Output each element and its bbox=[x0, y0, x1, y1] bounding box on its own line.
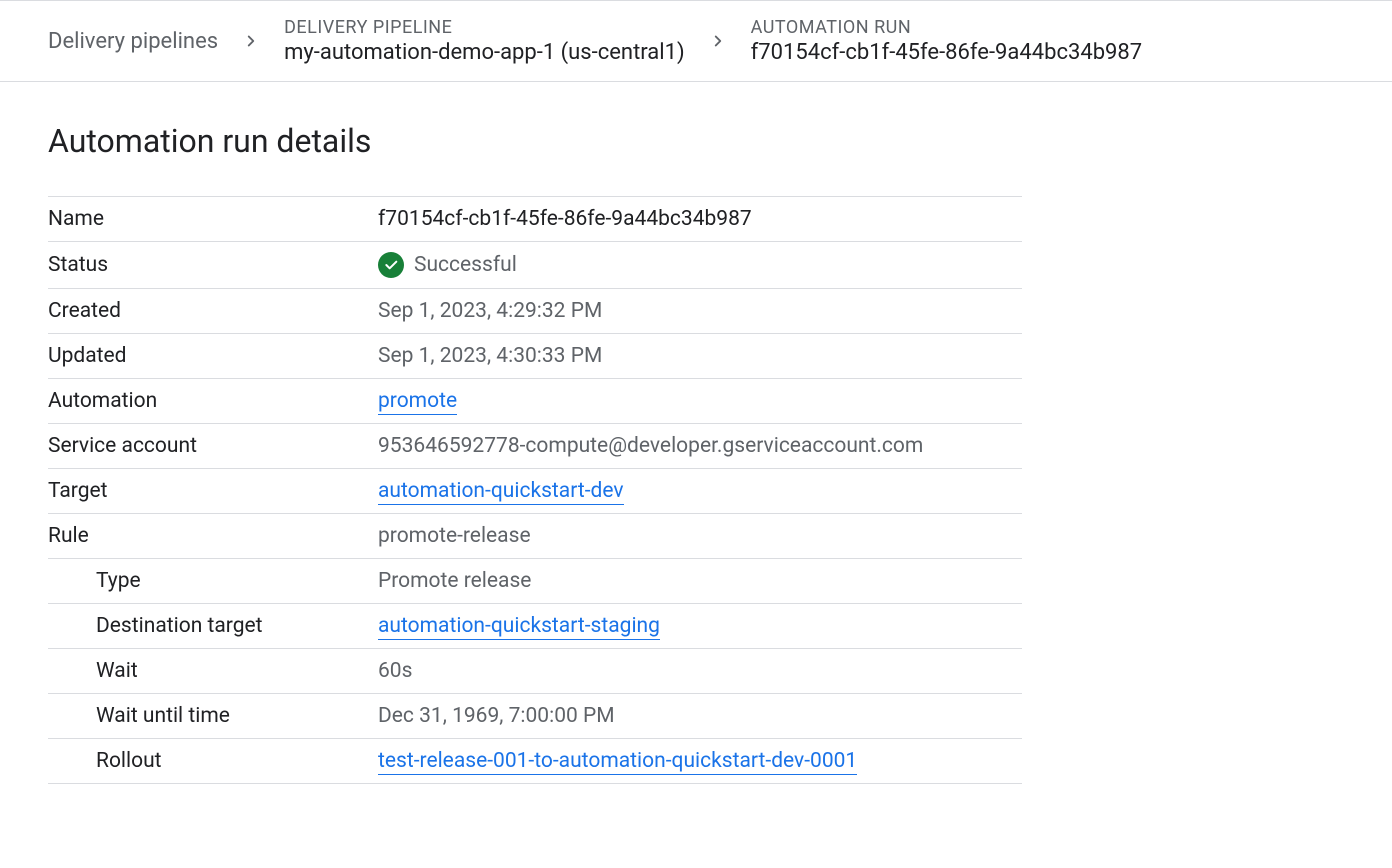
details-table: Name f70154cf-cb1f-45fe-86fe-9a44bc34b98… bbox=[48, 196, 1022, 784]
detail-row-service-account: Service account 953646592778-compute@dev… bbox=[48, 424, 1022, 469]
automation-link[interactable]: promote bbox=[378, 389, 457, 415]
breadcrumb-pipeline-value: my-automation-demo-app-1 (us-central1) bbox=[284, 40, 685, 65]
detail-label: Destination target bbox=[48, 604, 378, 649]
detail-value: automation-quickstart-staging bbox=[378, 604, 1022, 649]
breadcrumb-run: AUTOMATION RUN f70154cf-cb1f-45fe-86fe-9… bbox=[751, 17, 1143, 65]
detail-row-rollout: Rollout test-release-001-to-automation-q… bbox=[48, 739, 1022, 784]
detail-row-automation: Automation promote bbox=[48, 379, 1022, 424]
success-check-icon bbox=[378, 252, 404, 278]
detail-label: Rule bbox=[48, 514, 378, 559]
detail-label: Wait until time bbox=[48, 694, 378, 739]
destination-target-link[interactable]: automation-quickstart-staging bbox=[378, 614, 660, 640]
breadcrumb: Delivery pipelines DELIVERY PIPELINE my-… bbox=[0, 0, 1392, 82]
detail-row-wait: Wait 60s bbox=[48, 649, 1022, 694]
detail-row-status: Status Successful bbox=[48, 242, 1022, 289]
detail-value: 953646592778-compute@developer.gservicea… bbox=[378, 424, 1022, 469]
detail-value: Dec 31, 1969, 7:00:00 PM bbox=[378, 694, 1022, 739]
detail-row-wait-until: Wait until time Dec 31, 1969, 7:00:00 PM bbox=[48, 694, 1022, 739]
detail-row-created: Created Sep 1, 2023, 4:29:32 PM bbox=[48, 289, 1022, 334]
detail-label: Type bbox=[48, 559, 378, 604]
rollout-link[interactable]: test-release-001-to-automation-quickstar… bbox=[378, 749, 857, 775]
detail-value: promote bbox=[378, 379, 1022, 424]
detail-row-type: Type Promote release bbox=[48, 559, 1022, 604]
detail-label: Updated bbox=[48, 334, 378, 379]
status-text: Successful bbox=[414, 253, 517, 277]
detail-value: test-release-001-to-automation-quickstar… bbox=[378, 739, 1022, 784]
detail-label: Status bbox=[48, 242, 378, 289]
target-link[interactable]: automation-quickstart-dev bbox=[378, 479, 624, 505]
breadcrumb-run-label: AUTOMATION RUN bbox=[751, 17, 1143, 38]
page-title: Automation run details bbox=[48, 122, 1022, 172]
detail-value: Sep 1, 2023, 4:29:32 PM bbox=[378, 289, 1022, 334]
detail-value: 60s bbox=[378, 649, 1022, 694]
detail-value: Promote release bbox=[378, 559, 1022, 604]
detail-row-target: Target automation-quickstart-dev bbox=[48, 469, 1022, 514]
detail-label: Service account bbox=[48, 424, 378, 469]
detail-label: Target bbox=[48, 469, 378, 514]
chevron-right-icon bbox=[709, 32, 727, 50]
detail-label: Wait bbox=[48, 649, 378, 694]
detail-row-rule: Rule promote-release bbox=[48, 514, 1022, 559]
detail-row-destination-target: Destination target automation-quickstart… bbox=[48, 604, 1022, 649]
breadcrumb-run-value: f70154cf-cb1f-45fe-86fe-9a44bc34b987 bbox=[751, 40, 1143, 65]
detail-value: automation-quickstart-dev bbox=[378, 469, 1022, 514]
detail-value: Sep 1, 2023, 4:30:33 PM bbox=[378, 334, 1022, 379]
breadcrumb-root-link[interactable]: Delivery pipelines bbox=[48, 29, 218, 54]
detail-value: Successful bbox=[378, 242, 1022, 289]
detail-row-updated: Updated Sep 1, 2023, 4:30:33 PM bbox=[48, 334, 1022, 379]
chevron-right-icon bbox=[242, 32, 260, 50]
detail-label: Rollout bbox=[48, 739, 378, 784]
detail-label: Created bbox=[48, 289, 378, 334]
detail-value: f70154cf-cb1f-45fe-86fe-9a44bc34b987 bbox=[378, 197, 1022, 242]
breadcrumb-pipeline-label: DELIVERY PIPELINE bbox=[284, 17, 685, 38]
detail-label: Name bbox=[48, 197, 378, 242]
detail-value: promote-release bbox=[378, 514, 1022, 559]
detail-row-name: Name f70154cf-cb1f-45fe-86fe-9a44bc34b98… bbox=[48, 197, 1022, 242]
breadcrumb-pipeline[interactable]: DELIVERY PIPELINE my-automation-demo-app… bbox=[284, 17, 685, 65]
detail-label: Automation bbox=[48, 379, 378, 424]
content: Automation run details Name f70154cf-cb1… bbox=[0, 82, 1070, 824]
